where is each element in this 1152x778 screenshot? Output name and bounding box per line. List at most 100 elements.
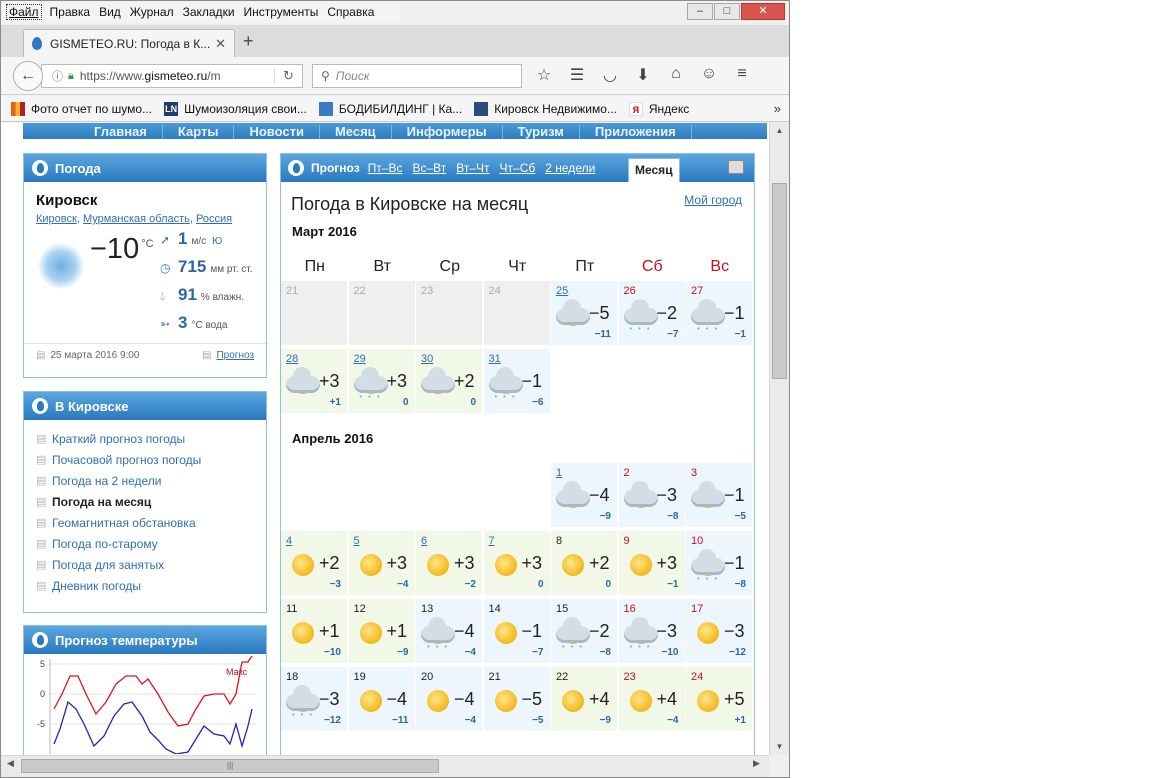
day-cell[interactable]: 4 +2 −3 xyxy=(281,531,347,595)
minimize-button[interactable]: – xyxy=(687,3,713,20)
scroll-up-icon[interactable]: ▲ xyxy=(770,123,789,139)
close-tab-icon[interactable]: ✕ xyxy=(215,36,226,52)
day-number[interactable]: 1 xyxy=(556,467,562,479)
day-cell[interactable]: 15 * * * −2 −8 xyxy=(551,599,617,663)
tab-thu-sat[interactable]: Чт–Сб xyxy=(500,161,536,175)
nav-informers[interactable]: Информеры xyxy=(392,125,503,139)
day-cell[interactable]: 1 −4 −9 xyxy=(551,463,617,527)
nav-tourism[interactable]: Туризм xyxy=(503,125,580,139)
day-cell[interactable]: 7 +3 0 xyxy=(483,531,550,595)
search-input[interactable]: ⚲ Поиск xyxy=(312,64,522,88)
pocket-icon[interactable]: ◡ xyxy=(601,65,619,85)
day-cell[interactable]: 28 +3 +1 xyxy=(281,349,347,413)
day-cell[interactable]: 11 +1 −10 xyxy=(281,599,347,663)
day-cell[interactable]: 17 −3 −12 xyxy=(686,599,752,663)
new-tab-button[interactable]: + xyxy=(243,31,254,52)
city-link-item[interactable]: ▤ Краткий прогноз погоды xyxy=(36,428,266,449)
info-icon[interactable]: ⓘ xyxy=(52,68,63,84)
tab-fri-sun[interactable]: Пт–Вс xyxy=(368,161,403,175)
nav-apps[interactable]: Приложения xyxy=(580,125,692,139)
menu-view[interactable]: Вид xyxy=(99,5,121,19)
bookmarks-overflow-icon[interactable]: » xyxy=(774,101,781,116)
day-cell[interactable]: 10 * * * −1 −8 xyxy=(686,531,752,595)
bookmark-item[interactable]: БОДИБИЛДИНГ | Ка... xyxy=(318,101,462,116)
region-link-oblast[interactable]: Мурманская область xyxy=(83,213,190,225)
lock-icon[interactable]: 🔒︎ xyxy=(68,70,74,83)
bookmark-item[interactable]: Фото отчет по шумо... xyxy=(11,101,152,116)
bookmark-star-icon[interactable]: ☆ xyxy=(535,65,553,85)
day-cell[interactable]: 24 +5 +1 xyxy=(686,667,752,731)
bookmark-item[interactable]: Я Яндекс xyxy=(628,101,689,116)
forecast-link[interactable]: Прогноз xyxy=(216,350,254,361)
browser-tab-active[interactable]: GISMETEO.RU: Погода в К... ✕ xyxy=(23,29,235,57)
day-cell[interactable]: 31 * * * −1 −6 xyxy=(483,349,550,413)
menu-tools[interactable]: Инструменты xyxy=(244,5,319,19)
day-cell[interactable]: 8 +2 0 xyxy=(551,531,617,595)
scroll-right-icon[interactable]: ▶ xyxy=(753,758,760,769)
horizontal-scrollbar[interactable]: ◀ ||| ▶ xyxy=(1,755,769,777)
region-link-country[interactable]: Россия xyxy=(196,213,232,225)
nav-news[interactable]: Новости xyxy=(234,125,320,139)
city-link-item[interactable]: ▤ Геомагнитная обстановка xyxy=(36,512,266,533)
day-number[interactable]: 5 xyxy=(354,535,360,547)
bookmark-item[interactable]: LN Шумоизоляция свои... xyxy=(164,101,307,116)
reload-icon[interactable]: ↻ xyxy=(274,68,302,84)
day-number[interactable]: 31 xyxy=(489,353,501,365)
nav-main[interactable]: Главная xyxy=(79,125,163,139)
close-window-button[interactable]: ✕ xyxy=(741,3,785,20)
menu-history[interactable]: Журнал xyxy=(130,5,174,19)
day-cell[interactable]: 14 −1 −7 xyxy=(483,599,550,663)
day-cell[interactable]: 26 * * * −2 −7 xyxy=(618,281,685,345)
nav-month[interactable]: Месяц xyxy=(320,125,392,139)
nav-maps[interactable]: Карты xyxy=(163,125,235,139)
day-cell[interactable]: 13 * * * −4 −4 xyxy=(416,599,482,663)
bookmark-item[interactable]: Кировск Недвижимо... xyxy=(474,101,617,116)
day-cell[interactable]: 18 * * * −3 −12 xyxy=(281,667,347,731)
day-cell[interactable]: 22 +4 −9 xyxy=(551,667,617,731)
region-link-city[interactable]: Кировск xyxy=(36,213,77,225)
scroll-down-icon[interactable]: ▼ xyxy=(770,739,789,755)
scroll-left-icon[interactable]: ◀ xyxy=(7,758,14,769)
day-cell[interactable]: 2 −3 −8 xyxy=(618,463,685,527)
day-cell[interactable]: 5 +3 −4 xyxy=(348,531,415,595)
city-link-item[interactable]: ▤ Погода для занятых xyxy=(36,554,266,575)
print-icon[interactable] xyxy=(728,160,744,174)
day-cell[interactable]: 6 +3 −2 xyxy=(416,531,482,595)
vertical-scrollbar[interactable]: ▲ ▼ xyxy=(769,123,789,755)
day-cell[interactable]: 21 −5 −5 xyxy=(483,667,550,731)
menu-file[interactable]: Файл xyxy=(6,4,42,20)
downloads-icon[interactable]: ⬇ xyxy=(634,65,652,85)
day-number[interactable]: 4 xyxy=(286,535,292,547)
day-cell[interactable]: 29 * * * +3 0 xyxy=(348,349,415,413)
day-number[interactable]: 29 xyxy=(354,353,366,365)
tab-month[interactable]: Месяц xyxy=(628,158,680,182)
back-button[interactable]: ← xyxy=(13,61,43,91)
day-cell[interactable]: 16 * * * −3 −10 xyxy=(618,599,685,663)
menu-edit[interactable]: Правка xyxy=(50,5,91,19)
menu-help[interactable]: Справка xyxy=(327,5,374,19)
day-cell[interactable]: 23 +4 −4 xyxy=(618,667,685,731)
day-number[interactable]: 30 xyxy=(421,353,433,365)
city-link-item[interactable]: ▤ Дневник погоды xyxy=(36,575,266,596)
day-cell[interactable]: 25 −5 −11 xyxy=(551,281,617,345)
day-cell[interactable]: 27 * * * −1 −1 xyxy=(686,281,752,345)
day-number[interactable]: 28 xyxy=(286,353,298,365)
vertical-scroll-thumb[interactable] xyxy=(772,183,787,379)
day-cell[interactable]: 3 −1 −5 xyxy=(686,463,752,527)
tab-tue-thu[interactable]: Вт–Чт xyxy=(456,161,489,175)
day-cell[interactable]: 30 +2 0 xyxy=(416,349,482,413)
hamburger-menu-icon[interactable]: ≡ xyxy=(733,65,751,85)
address-bar[interactable]: ⓘ 🔒︎ https://www.gismeteo.ru/m ↻ xyxy=(41,64,303,88)
menu-bookmarks[interactable]: Закладки xyxy=(183,5,235,19)
my-city-link[interactable]: Мой город xyxy=(684,193,742,207)
home-icon[interactable]: ⌂ xyxy=(667,65,685,85)
day-cell[interactable]: 12 +1 −9 xyxy=(348,599,415,663)
city-link-item[interactable]: ▤ Погода на 2 недели xyxy=(36,470,266,491)
city-link-item[interactable]: ▤ Погода по-старому xyxy=(36,533,266,554)
city-link-item[interactable]: ▤ Погода на месяц xyxy=(36,491,266,512)
day-number[interactable]: 7 xyxy=(489,535,495,547)
smiley-icon[interactable]: ☺ xyxy=(700,65,718,85)
tab-two-weeks[interactable]: 2 недели xyxy=(545,161,595,175)
reading-list-icon[interactable]: ☰ xyxy=(568,65,586,85)
maximize-button[interactable]: □ xyxy=(714,3,740,20)
